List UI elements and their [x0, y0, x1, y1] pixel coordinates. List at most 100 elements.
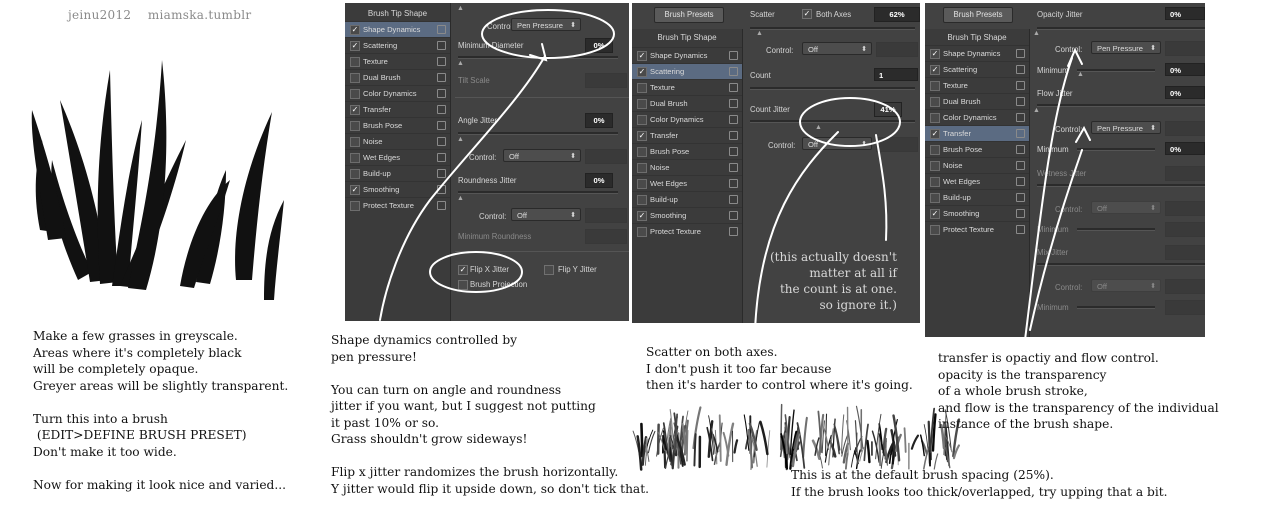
- sidebar-item-protect-texture[interactable]: Protect Texture: [925, 221, 1029, 237]
- option-checkbox[interactable]: ✓: [637, 211, 647, 221]
- brush-presets-button[interactable]: Brush Presets: [654, 7, 724, 23]
- lock-icon[interactable]: [729, 179, 738, 188]
- scatter-value[interactable]: 62%: [874, 7, 920, 22]
- wetness-jitter-value[interactable]: [1165, 166, 1205, 181]
- option-checkbox[interactable]: [930, 81, 940, 91]
- opacity-jitter-value[interactable]: 0%: [1165, 7, 1205, 20]
- lock-icon[interactable]: [437, 105, 446, 114]
- sidebar-item-scattering[interactable]: ✓ Scattering: [345, 37, 450, 53]
- flip-x-checkbox[interactable]: ✓: [458, 265, 468, 275]
- sidebar-item-protect-texture[interactable]: Protect Texture: [632, 223, 742, 239]
- min-roundness-value[interactable]: [585, 229, 627, 244]
- sidebar-item-smoothing[interactable]: ✓ Smoothing: [925, 205, 1029, 221]
- sidebar-item-color-dynamics[interactable]: Color Dynamics: [925, 109, 1029, 125]
- sidebar-item-smoothing[interactable]: ✓ Smoothing: [345, 181, 450, 197]
- opacity-control-dropdown[interactable]: Pen Pressure ⬍: [1091, 41, 1161, 54]
- option-checkbox[interactable]: [637, 83, 647, 93]
- mix-jitter-value[interactable]: [1165, 245, 1205, 260]
- lock-icon[interactable]: [1016, 161, 1025, 170]
- lock-icon[interactable]: [729, 227, 738, 236]
- lock-icon[interactable]: [729, 99, 738, 108]
- option-checkbox[interactable]: [350, 169, 360, 179]
- lock-icon[interactable]: [729, 67, 738, 76]
- lock-icon[interactable]: [1016, 81, 1025, 90]
- lock-icon[interactable]: [1016, 113, 1025, 122]
- sidebar-item-brush-pose[interactable]: Brush Pose: [345, 117, 450, 133]
- sidebar-item-texture[interactable]: Texture: [345, 53, 450, 69]
- count-control-dropdown[interactable]: Off ⬍: [802, 137, 872, 150]
- angle-jitter-slider[interactable]: [458, 132, 618, 135]
- lock-icon[interactable]: [437, 121, 446, 130]
- sidebar-item-shape-dynamics[interactable]: ✓ Shape Dynamics: [925, 45, 1029, 61]
- flow-jitter-value[interactable]: 0%: [1165, 86, 1205, 99]
- sidebar-item-build-up[interactable]: Build-up: [345, 165, 450, 181]
- minimum-slider[interactable]: [1077, 69, 1155, 72]
- lock-icon[interactable]: [729, 115, 738, 124]
- sidebar-item-scattering[interactable]: ✓ Scattering: [632, 63, 742, 79]
- roundness-jitter-slider[interactable]: [458, 191, 618, 194]
- option-checkbox[interactable]: [930, 193, 940, 203]
- sidebar-item-brush-pose[interactable]: Brush Pose: [632, 143, 742, 159]
- flip-y-checkbox[interactable]: [544, 265, 554, 275]
- option-checkbox[interactable]: [930, 113, 940, 123]
- lock-icon[interactable]: [437, 137, 446, 146]
- lock-icon[interactable]: [729, 211, 738, 220]
- sidebar-item-shape-dynamics[interactable]: ✓ Shape Dynamics: [632, 47, 742, 63]
- opacity-jitter-slider[interactable]: [1037, 27, 1205, 30]
- option-checkbox[interactable]: [350, 89, 360, 99]
- min-diameter-value[interactable]: 0%: [585, 38, 613, 53]
- lock-icon[interactable]: [729, 51, 738, 60]
- lock-icon[interactable]: [437, 25, 446, 34]
- lock-icon[interactable]: [1016, 49, 1025, 58]
- option-checkbox[interactable]: ✓: [637, 131, 647, 141]
- lock-icon[interactable]: [729, 163, 738, 172]
- option-checkbox[interactable]: ✓: [350, 41, 360, 51]
- sidebar-item-brush-pose[interactable]: Brush Pose: [925, 141, 1029, 157]
- option-checkbox[interactable]: [637, 195, 647, 205]
- option-checkbox[interactable]: [637, 179, 647, 189]
- sidebar-item-build-up[interactable]: Build-up: [632, 191, 742, 207]
- sidebar-item-dual-brush[interactable]: Dual Brush: [925, 93, 1029, 109]
- flow-jitter-slider[interactable]: [1037, 104, 1205, 107]
- sidebar-item-texture[interactable]: Texture: [632, 79, 742, 95]
- option-checkbox[interactable]: [930, 145, 940, 155]
- option-checkbox[interactable]: [350, 57, 360, 67]
- sidebar-item-wet-edges[interactable]: Wet Edges: [925, 173, 1029, 189]
- sidebar-item-dual-brush[interactable]: Dual Brush: [632, 95, 742, 111]
- count-slider[interactable]: [750, 87, 915, 90]
- lock-icon[interactable]: [729, 147, 738, 156]
- sidebar-item-wet-edges[interactable]: Wet Edges: [632, 175, 742, 191]
- sidebar-item-transfer[interactable]: ✓ Transfer: [632, 127, 742, 143]
- lock-icon[interactable]: [437, 201, 446, 210]
- count-jitter-slider[interactable]: [750, 120, 915, 123]
- lock-icon[interactable]: [437, 73, 446, 82]
- option-checkbox[interactable]: ✓: [350, 25, 360, 35]
- sidebar-item-protect-texture[interactable]: Protect Texture: [345, 197, 450, 213]
- option-checkbox[interactable]: [350, 201, 360, 211]
- lock-icon[interactable]: [1016, 97, 1025, 106]
- sidebar-item-dual-brush[interactable]: Dual Brush: [345, 69, 450, 85]
- angle-jitter-value[interactable]: 0%: [585, 113, 613, 128]
- option-checkbox[interactable]: [930, 177, 940, 187]
- option-checkbox[interactable]: [350, 121, 360, 131]
- lock-icon[interactable]: [1016, 145, 1025, 154]
- option-checkbox[interactable]: [637, 227, 647, 237]
- lock-icon[interactable]: [729, 195, 738, 204]
- minimum3-value[interactable]: [1165, 222, 1205, 237]
- slider-handle-icon[interactable]: ▲: [457, 136, 464, 143]
- sidebar-item-color-dynamics[interactable]: Color Dynamics: [345, 85, 450, 101]
- option-checkbox[interactable]: [350, 137, 360, 147]
- option-checkbox[interactable]: ✓: [637, 67, 647, 77]
- slider-handle-icon[interactable]: ▲: [1033, 107, 1040, 114]
- lock-icon[interactable]: [729, 83, 738, 92]
- option-checkbox[interactable]: ✓: [930, 49, 940, 59]
- lock-icon[interactable]: [437, 57, 446, 66]
- sidebar-item-color-dynamics[interactable]: Color Dynamics: [632, 111, 742, 127]
- sidebar-item-transfer[interactable]: ✓ Transfer: [925, 125, 1029, 141]
- lock-icon[interactable]: [437, 89, 446, 98]
- tilt-scale-value[interactable]: [585, 73, 627, 88]
- lock-icon[interactable]: [437, 153, 446, 162]
- angle-control-dropdown[interactable]: Off ⬍: [503, 149, 581, 162]
- mix-control-dropdown[interactable]: Off ⬍: [1091, 279, 1161, 292]
- option-checkbox[interactable]: [637, 147, 647, 157]
